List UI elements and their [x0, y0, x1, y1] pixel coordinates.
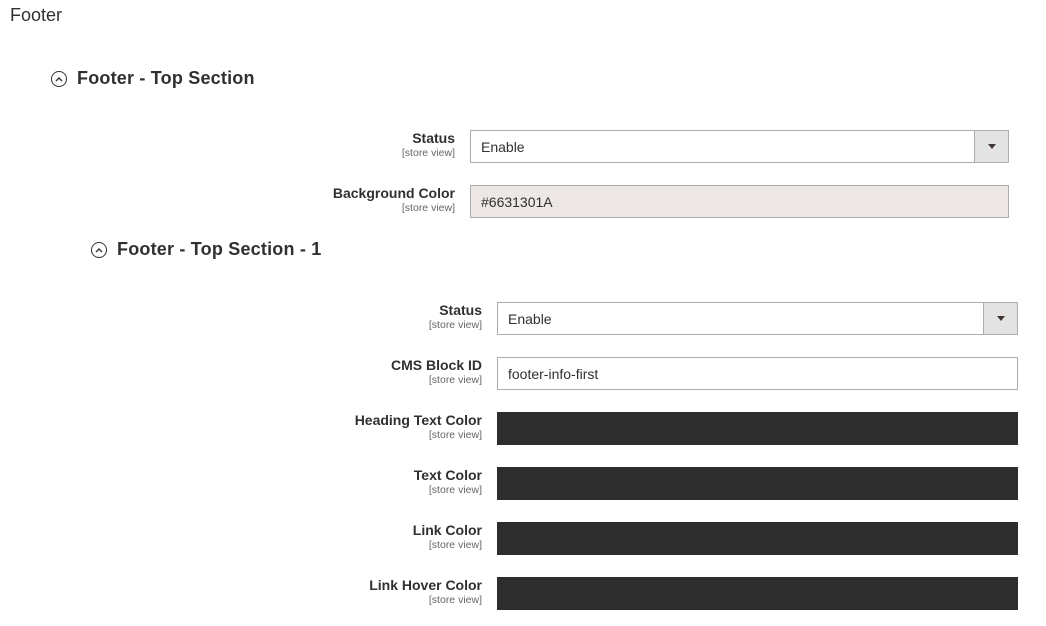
- field-label-wrap: Heading Text Color [store view]: [355, 412, 482, 442]
- background-color-input[interactable]: #6631301A: [470, 185, 1009, 218]
- scope-label: [store view]: [401, 147, 455, 159]
- field-label-wrap: Background Color [store view]: [333, 185, 455, 215]
- section-title-top: Footer - Top Section: [77, 68, 255, 88]
- link-color-input[interactable]: [497, 522, 1018, 555]
- scope-label: [store view]: [428, 319, 482, 331]
- field-label: Link Color: [412, 522, 482, 538]
- collapse-circle-icon: [51, 70, 67, 87]
- field-label: CMS Block ID: [390, 357, 482, 373]
- row-sub-status: Status [store view] Enable: [0, 302, 1046, 335]
- dropdown-button[interactable]: [983, 303, 1017, 334]
- top-status-select[interactable]: Enable: [470, 130, 1009, 163]
- field-label: Text Color: [413, 467, 482, 483]
- cms-block-id-input[interactable]: footer-info-first: [497, 357, 1018, 390]
- text-color-input[interactable]: [497, 467, 1018, 500]
- row-cms-block: CMS Block ID [store view] footer-info-fi…: [0, 357, 1046, 390]
- collapse-circle-icon: [91, 241, 107, 258]
- field-label: Link Hover Color: [369, 577, 482, 593]
- input-value: footer-info-first: [508, 365, 599, 382]
- select-value: Enable: [481, 138, 525, 155]
- color-value: #6631301A: [481, 193, 553, 210]
- select-value: Enable: [508, 310, 552, 327]
- row-link-color: Link Color [store view]: [0, 522, 1046, 555]
- scope-label: [store view]: [428, 594, 482, 606]
- field-label: Status: [412, 130, 455, 146]
- chevron-down-icon: [996, 316, 1005, 321]
- heading-text-color-input[interactable]: [497, 412, 1018, 445]
- field-label-wrap: Link Color [store view]: [413, 522, 482, 552]
- field-label-wrap: Status [store view]: [429, 302, 482, 332]
- scope-label: [store view]: [428, 539, 482, 551]
- section-toggle-top-1[interactable]: Footer - Top Section - 1: [91, 239, 321, 260]
- field-label-wrap: CMS Block ID [store view]: [391, 357, 482, 387]
- chevron-down-icon: [987, 144, 996, 149]
- scope-label: [store view]: [428, 374, 482, 386]
- field-label-wrap: Status [store view]: [402, 130, 455, 160]
- row-top-status: Status [store view] Enable: [0, 130, 1046, 163]
- scope-label: [store view]: [428, 429, 482, 441]
- field-label: Status: [439, 302, 482, 318]
- field-label-wrap: Link Hover Color [store view]: [369, 577, 482, 607]
- row-top-bg-color: Background Color [store view] #6631301A: [0, 185, 1046, 218]
- dropdown-button[interactable]: [974, 131, 1008, 162]
- row-heading-text-color: Heading Text Color [store view]: [0, 412, 1046, 445]
- field-label: Heading Text Color: [354, 412, 482, 428]
- section-toggle-top[interactable]: Footer - Top Section: [51, 68, 255, 89]
- page-title: Footer: [10, 5, 63, 25]
- row-link-hover-color: Link Hover Color [store view]: [0, 577, 1046, 610]
- section-title-top-1: Footer - Top Section - 1: [117, 239, 322, 259]
- field-label: Background Color: [332, 185, 455, 201]
- field-label-wrap: Text Color [store view]: [414, 467, 482, 497]
- link-hover-color-input[interactable]: [497, 577, 1018, 610]
- scope-label: [store view]: [428, 484, 482, 496]
- row-text-color: Text Color [store view]: [0, 467, 1046, 500]
- sub-status-select[interactable]: Enable: [497, 302, 1018, 335]
- scope-label: [store view]: [401, 202, 455, 214]
